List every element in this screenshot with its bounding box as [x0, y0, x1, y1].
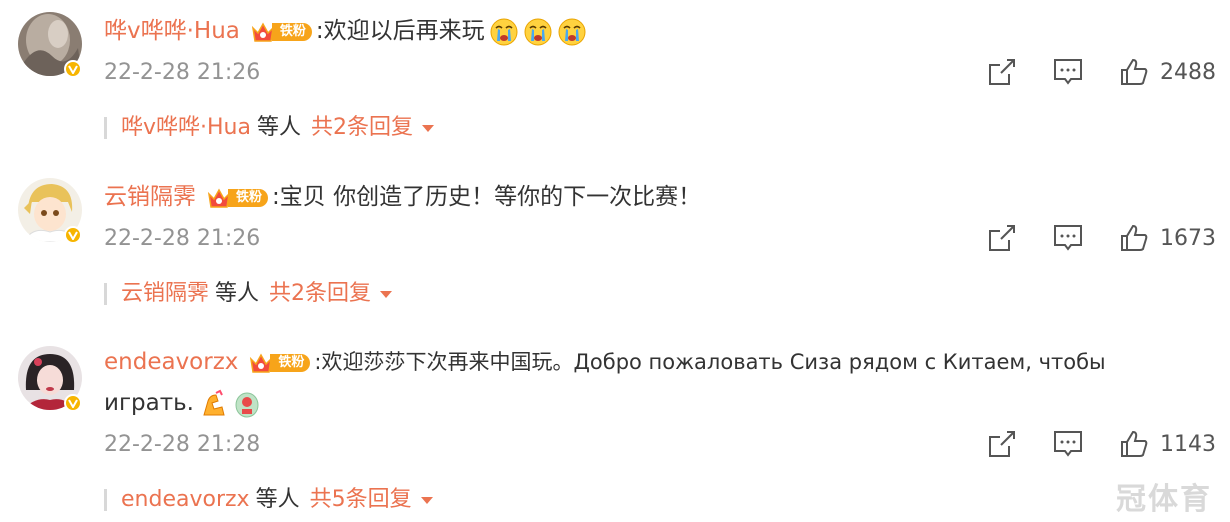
reply-divider: [104, 283, 107, 305]
comment-icon[interactable]: [1052, 428, 1084, 460]
comment-text: :欢迎莎莎下次再来中国玩。Добро пожаловать Сиза рядом…: [314, 350, 1106, 374]
fan-badge-label: 铁粉: [270, 353, 311, 372]
fan-badge[interactable]: 铁粉: [248, 351, 311, 375]
crying-face-emoji-icon: [524, 18, 552, 45]
comment-actions: 1143: [986, 428, 1216, 460]
comment-actions: 2488: [986, 56, 1216, 88]
crying-face-emoji-icon: [490, 18, 518, 45]
crying-face-emoji-icon: [558, 18, 586, 45]
comment-line-continued: играть.: [104, 386, 262, 420]
reply-username[interactable]: endeavorzx: [121, 485, 250, 515]
verified-badge-icon: [64, 60, 82, 78]
username-link[interactable]: 云销隔霁: [104, 184, 196, 210]
verified-badge-icon: [64, 394, 82, 412]
verified-badge-icon: [64, 226, 82, 244]
reply-count-link[interactable]: 共5条回复: [310, 485, 412, 515]
like-count: 1143: [1160, 431, 1216, 457]
username-link[interactable]: 哗v哗哗·Hua: [104, 18, 240, 44]
reply-summary[interactable]: endeavorzx 等人 共5条回复: [104, 485, 434, 515]
reply-count-link[interactable]: 共2条回复: [269, 279, 371, 309]
reply-others-label: 等人: [255, 487, 300, 512]
reply-divider: [104, 489, 107, 511]
comment-icon[interactable]: [1052, 222, 1084, 254]
fan-badge-label: 铁粉: [271, 22, 312, 41]
comment-icon[interactable]: [1052, 56, 1084, 88]
share-icon[interactable]: [986, 222, 1018, 254]
share-icon[interactable]: [986, 428, 1018, 460]
caret-down-icon[interactable]: [420, 495, 434, 505]
comment-timestamp: 22-2-28 21:26: [104, 226, 261, 251]
reply-summary[interactable]: 云销隔霁 等人 共2条回复: [104, 279, 393, 309]
like-count: 1673: [1160, 225, 1216, 251]
fan-badge[interactable]: 铁粉: [206, 186, 269, 210]
comment-line: 云销隔霁 铁粉:宝贝 你创造了历史！等你的下一次比赛！: [104, 180, 701, 214]
reply-divider: [104, 117, 107, 139]
crown-icon: [206, 186, 232, 210]
username-link[interactable]: endeavorzx: [104, 349, 238, 375]
comment-actions: 1673: [986, 222, 1216, 254]
reply-others-label: 等人: [215, 281, 260, 306]
comment-text: :欢迎以后再来玩: [315, 18, 485, 44]
cartoon-character-emoji-icon: [235, 392, 259, 417]
comment-text: :宝贝 你创造了历史！等你的下一次比赛！: [272, 184, 702, 210]
comment-line: 哗v哗哗·Hua 铁粉:欢迎以后再来玩: [104, 14, 587, 48]
fan-badge[interactable]: 铁粉: [250, 20, 312, 44]
reply-count-link[interactable]: 共2条回复: [311, 113, 413, 143]
reply-username[interactable]: 云销隔霁: [121, 279, 209, 309]
fan-badge-label: 铁粉: [228, 188, 269, 207]
comment-line: endeavorzx 铁粉:欢迎莎莎下次再来中国玩。Добро пожаловат…: [104, 345, 1106, 379]
crown-icon: [248, 351, 274, 375]
watermark: 冠体育: [1116, 482, 1212, 517]
thumbs-up-icon[interactable]: [1118, 56, 1150, 88]
thumbs-up-icon[interactable]: [1118, 222, 1150, 254]
share-icon[interactable]: [986, 56, 1018, 88]
reply-summary[interactable]: 哗v哗哗·Hua 等人 共2条回复: [104, 113, 435, 143]
flexed-arm-emoji-icon: [203, 389, 225, 415]
comment-text-continued: играть.: [104, 390, 194, 416]
comment-timestamp: 22-2-28 21:26: [104, 60, 261, 85]
like-count: 2488: [1160, 59, 1216, 85]
caret-down-icon[interactable]: [421, 123, 435, 133]
comment-timestamp: 22-2-28 21:28: [104, 432, 261, 457]
thumbs-up-icon[interactable]: [1118, 428, 1150, 460]
crown-icon: [250, 20, 276, 44]
caret-down-icon[interactable]: [379, 289, 393, 299]
reply-username[interactable]: 哗v哗哗·Hua: [121, 113, 251, 143]
reply-others-label: 等人: [256, 115, 301, 140]
